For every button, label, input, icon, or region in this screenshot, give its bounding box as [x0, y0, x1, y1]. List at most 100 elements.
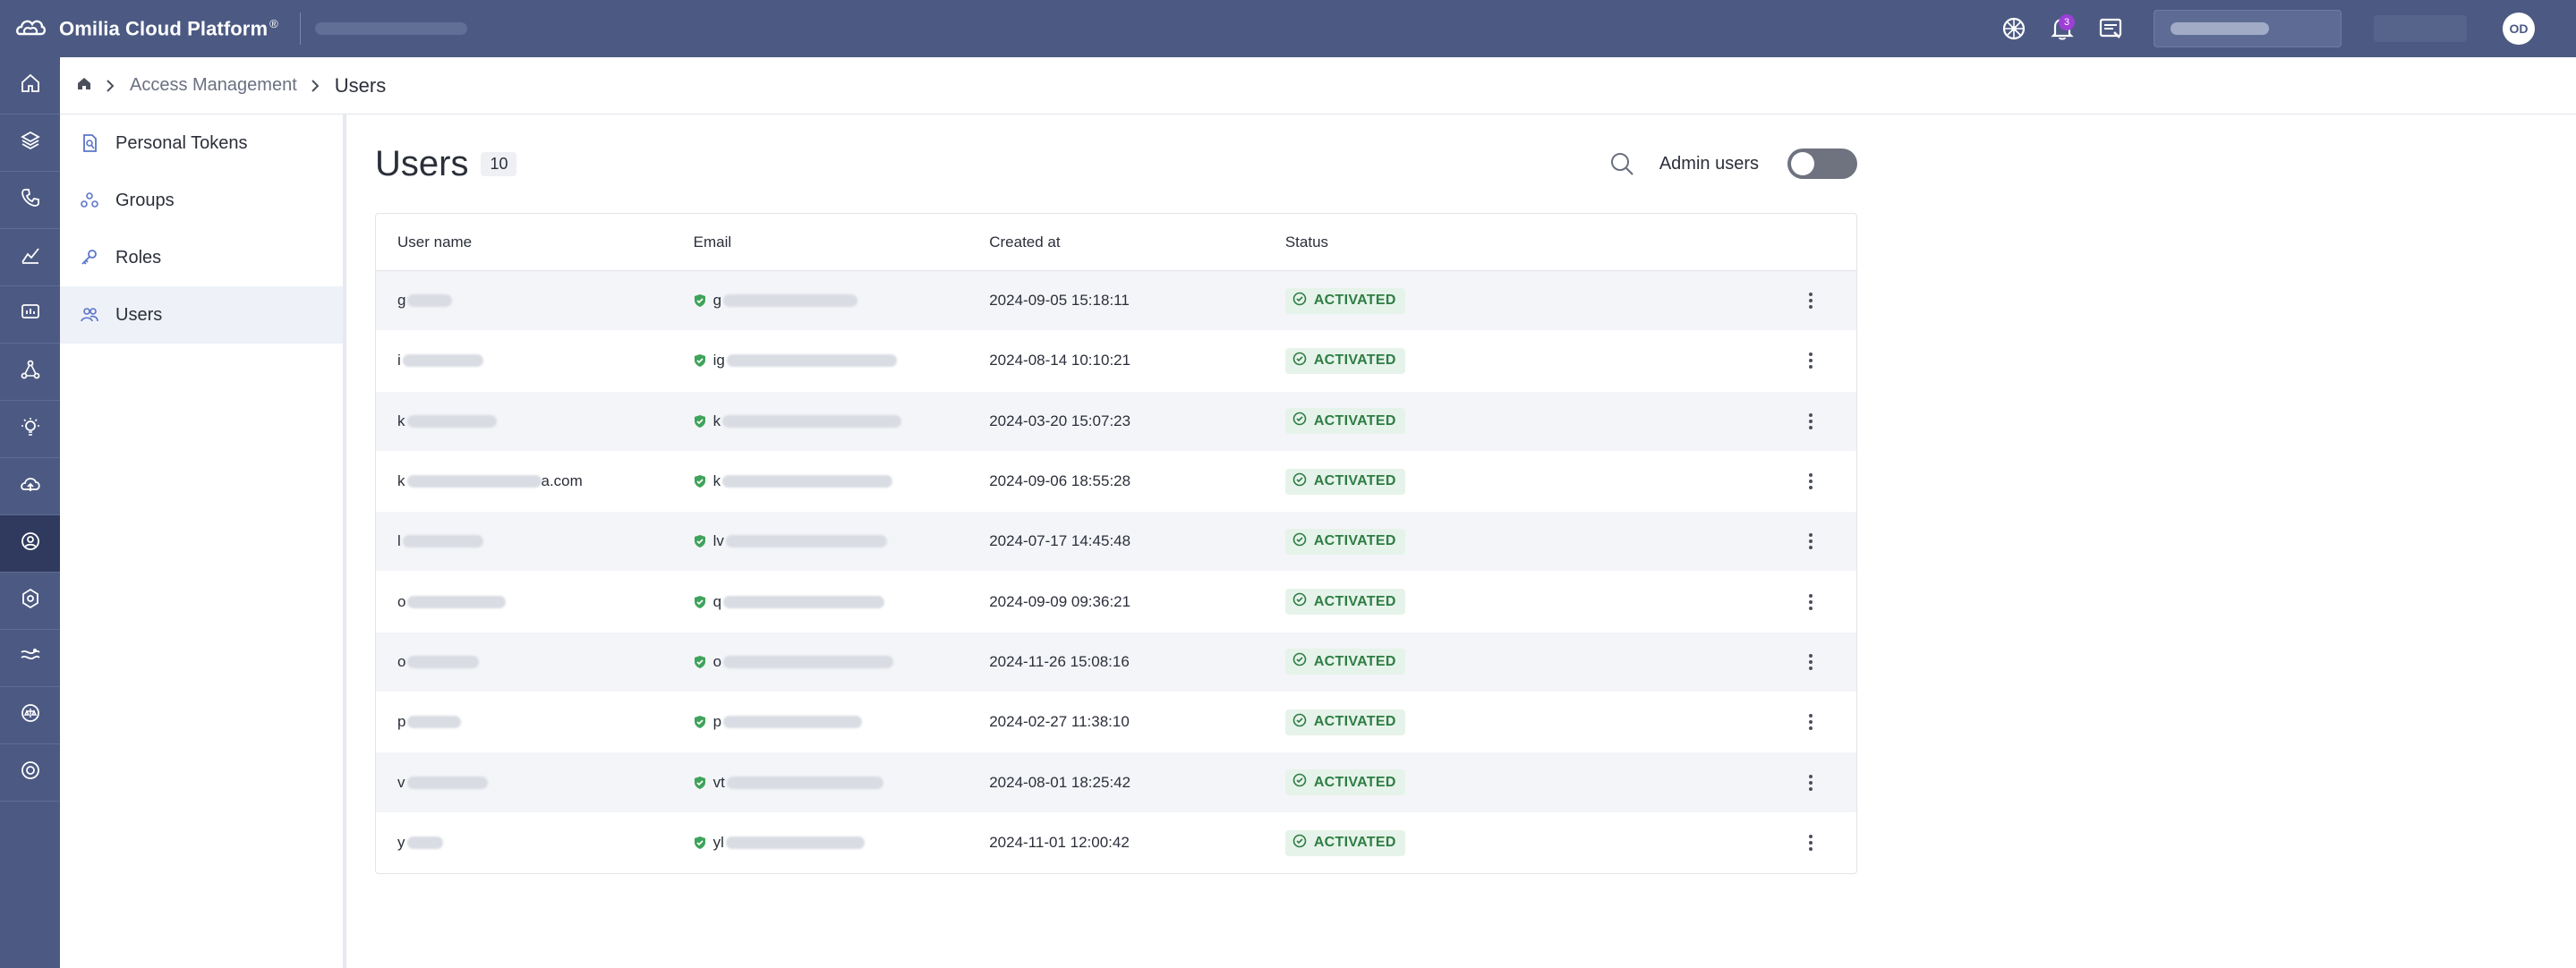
status-badge: ACTIVATED — [1284, 287, 1405, 314]
email-cell: ig — [672, 352, 968, 369]
email-cell: yl — [672, 834, 968, 852]
more-options-icon[interactable] — [1797, 468, 1824, 495]
more-options-icon[interactable] — [1797, 528, 1824, 555]
email: k — [712, 472, 721, 490]
toggle-knob — [1791, 152, 1814, 175]
user-avatar[interactable]: OD — [2503, 13, 2535, 45]
status-badge: ACTIVATED — [1284, 589, 1405, 616]
check-circle-icon — [1292, 773, 1307, 792]
verified-shield-icon — [694, 655, 708, 669]
main-content: Users 10 Admin users User name Email Cre… — [375, 115, 1857, 874]
verified-shield-icon — [694, 414, 708, 429]
check-circle-icon — [1292, 412, 1307, 430]
status-text: ACTIVATED — [1313, 473, 1396, 489]
rail-item-insights[interactable] — [0, 401, 60, 458]
rail-item-balance[interactable] — [0, 687, 60, 744]
table-row[interactable]: y yl 2024-11-01 12:00:42 ACTIVATED — [376, 813, 1856, 873]
created-at-cell: 2024-09-06 18:55:28 — [989, 472, 1131, 490]
user-name: o — [397, 652, 406, 670]
verified-shield-icon — [694, 353, 708, 368]
redacted-text — [723, 294, 858, 308]
email-cell: k — [672, 472, 968, 490]
rail-item-cloud[interactable] — [0, 458, 60, 515]
email-cell: vt — [672, 774, 968, 792]
brand[interactable]: Omilia Cloud Platform ® — [0, 0, 278, 57]
chevron-right-icon — [310, 79, 320, 93]
organization-selector[interactable] — [2154, 10, 2341, 47]
status-badge: ACTIVATED — [1284, 528, 1405, 555]
top-bar: Omilia Cloud Platform ® 3 OD — [0, 0, 2576, 57]
more-options-icon[interactable] — [1797, 287, 1824, 314]
search-icon[interactable] — [1606, 148, 1638, 180]
table-row[interactable]: v vt 2024-08-01 18:25:42 ACTIVATED — [376, 752, 1856, 813]
email: q — [712, 592, 722, 610]
user-name-cell: l — [376, 532, 672, 550]
apps-wheel-icon[interactable] — [1998, 13, 2030, 45]
column-header-status[interactable]: Status — [1264, 234, 1764, 251]
rail-item-access-management[interactable] — [0, 515, 60, 573]
notifications-bell-icon[interactable]: 3 — [2046, 13, 2078, 45]
rail-item-home[interactable] — [0, 57, 60, 115]
redacted-text — [726, 354, 897, 368]
verified-shield-icon — [694, 534, 708, 548]
created-at-cell: 2024-07-17 14:45:48 — [989, 532, 1131, 550]
status-cell: ACTIVATED — [1264, 528, 1764, 555]
column-header-user-name[interactable]: User name — [376, 234, 672, 251]
rail-item-flow[interactable] — [0, 344, 60, 401]
status-cell: ACTIVATED — [1264, 287, 1764, 314]
table-row[interactable]: g g 2024-09-05 15:18:11 ACTIVATED — [376, 271, 1856, 332]
redacted-text — [406, 836, 443, 850]
table-row[interactable]: i ig 2024-08-14 10:10:21 ACTIVATED — [376, 331, 1856, 392]
subnav-item-users[interactable]: Users — [60, 286, 343, 344]
more-options-icon[interactable] — [1797, 829, 1824, 856]
more-options-icon[interactable] — [1797, 347, 1824, 374]
status-cell: ACTIVATED — [1264, 468, 1764, 495]
actions-cell — [1764, 468, 1856, 495]
status-cell: ACTIVATED — [1264, 589, 1764, 616]
table-row[interactable]: k k 2024-03-20 15:07:23 ACTIVATED — [376, 391, 1856, 452]
user-name-cell: g — [376, 292, 672, 310]
rail-item-analytics[interactable] — [0, 229, 60, 286]
rail-item-support[interactable] — [0, 744, 60, 802]
breadcrumb-access-management[interactable]: Access Management — [130, 75, 297, 96]
table-row[interactable]: o o 2024-11-26 15:08:16 ACTIVATED — [376, 632, 1856, 693]
status-text: ACTIVATED — [1313, 835, 1396, 851]
table-row[interactable]: l lv 2024-07-17 14:45:48 ACTIVATED — [376, 512, 1856, 573]
home-breadcrumb-icon[interactable] — [76, 75, 92, 96]
more-options-icon[interactable] — [1797, 769, 1824, 796]
token-icon — [80, 133, 99, 153]
table-row[interactable]: p p 2024-02-27 11:38:10 ACTIVATED — [376, 692, 1856, 753]
subnav-item-roles[interactable]: Roles — [60, 229, 343, 286]
table-row[interactable]: o q 2024-09-09 09:36:21 ACTIVATED — [376, 572, 1856, 633]
rail-item-phone[interactable] — [0, 172, 60, 229]
rail-item-settings[interactable] — [0, 573, 60, 630]
admin-users-label: Admin users — [1659, 153, 1759, 174]
subnav-item-personal-tokens[interactable]: Personal Tokens — [60, 115, 343, 172]
release-notes-icon[interactable] — [2094, 13, 2127, 45]
status-badge: ACTIVATED — [1284, 408, 1405, 435]
rail-item-monitor[interactable] — [0, 286, 60, 344]
redacted-text — [407, 716, 462, 729]
rail-item-tuning[interactable] — [0, 630, 60, 687]
status-text: ACTIVATED — [1313, 352, 1396, 369]
access-management-nav: Personal Tokens Groups Roles Users — [60, 115, 346, 968]
created-at-cell: 2024-09-05 15:18:11 — [989, 292, 1130, 310]
left-rail — [0, 57, 60, 968]
status-cell: ACTIVATED — [1264, 649, 1764, 675]
subnav-item-groups[interactable]: Groups — [60, 172, 343, 229]
user-name-cell: y — [376, 834, 672, 852]
more-options-icon[interactable] — [1797, 649, 1824, 675]
user-name: k — [397, 472, 405, 490]
column-header-email[interactable]: Email — [672, 234, 968, 251]
column-header-created-at[interactable]: Created at — [968, 234, 1264, 251]
rail-item-layers[interactable] — [0, 115, 60, 172]
admin-users-toggle[interactable] — [1787, 149, 1857, 179]
check-circle-icon — [1292, 834, 1307, 853]
email: g — [712, 292, 722, 310]
status-badge: ACTIVATED — [1284, 769, 1405, 796]
more-options-icon[interactable] — [1797, 589, 1824, 616]
table-row[interactable]: k a.com k 2024-09-06 18:55:28 ACTIVATED — [376, 452, 1856, 513]
flow-icon — [20, 359, 41, 385]
more-options-icon[interactable] — [1797, 408, 1824, 435]
more-options-icon[interactable] — [1797, 709, 1824, 735]
